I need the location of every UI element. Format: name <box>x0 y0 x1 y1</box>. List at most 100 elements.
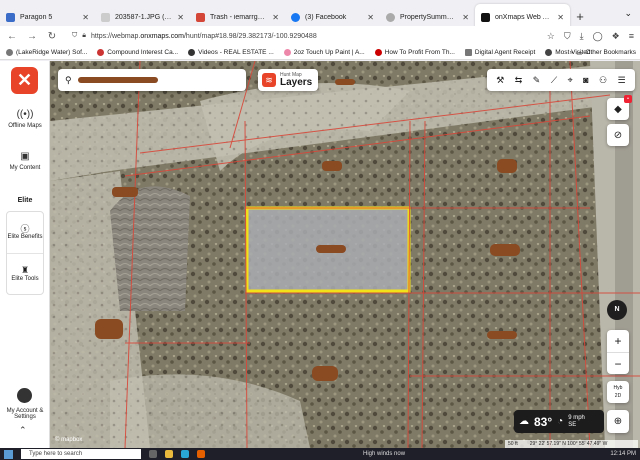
forward-icon[interactable]: → <box>26 31 38 42</box>
shield-icon: ⛉ <box>72 32 78 39</box>
bookmark-item[interactable]: How To Profit From Th... <box>374 49 455 56</box>
layers-3d-button[interactable]: ◆ • <box>607 95 632 120</box>
crosshair-icon: ⊕ <box>613 416 623 427</box>
account-icon[interactable]: ◯ <box>593 31 603 42</box>
bookmarks-bar: (LakeRidge Water) Sof... Compound Intere… <box>0 46 640 60</box>
signal-icon: ((•)) <box>16 109 34 120</box>
account-settings-label[interactable]: My Account & Settings <box>0 408 50 420</box>
search-text-redacted <box>77 77 158 83</box>
compass-button[interactable]: N <box>607 300 627 320</box>
marker-icon[interactable]: ⌖ <box>568 75 573 86</box>
stack-icon: ◆ <box>614 103 622 115</box>
share-icon[interactable]: ⚇ <box>599 75 607 86</box>
temperature: 83° <box>534 414 553 429</box>
new-tab-button[interactable]: + <box>570 9 590 24</box>
locate-me-button[interactable]: ⊕ <box>607 410 629 433</box>
facebook-icon <box>291 12 300 22</box>
receipt-icon <box>464 49 472 56</box>
chevron-right-icon: » <box>569 49 574 56</box>
notification-badge: • <box>624 95 632 103</box>
file-explorer-icon[interactable] <box>165 450 173 458</box>
my-content-button[interactable]: ▣ My Content <box>0 151 50 171</box>
eye-off-icon: ⊘ <box>613 129 623 141</box>
close-icon[interactable]: ✕ <box>557 13 564 22</box>
draw-icon[interactable]: ✎ <box>533 75 541 86</box>
elite-tools-button[interactable]: ♜ Elite Tools <box>7 253 43 294</box>
mode-2d-label: 2D <box>614 393 622 399</box>
edge-icon[interactable] <box>181 450 189 458</box>
elite-heading: Elite <box>17 197 33 204</box>
bookmark-item[interactable]: 2oz Touch Up Paint | A... <box>283 49 365 56</box>
mapbox-attribution: © mapbox <box>55 437 83 443</box>
download-icon[interactable]: ⤓ <box>580 31 584 42</box>
globe-icon <box>97 49 105 56</box>
bookmark-item[interactable]: Videos - REAL ESTATE ... <box>188 49 274 56</box>
close-icon[interactable]: ✕ <box>367 13 374 22</box>
cloud-icon: ☁ <box>519 416 529 427</box>
clock[interactable]: 12:14 PM <box>610 451 636 457</box>
scale-bar: 50 ft 29° 22' 57.19" N 100° 55' 47.49" W <box>505 440 638 448</box>
layers-button[interactable]: ≋ Hunt Map Layers <box>258 69 318 91</box>
satellite-imagery <box>50 61 640 448</box>
scale-label: 50 ft <box>508 441 518 447</box>
taskbar: Type here to search High winds now 12:14… <box>0 448 640 460</box>
taskbar-search[interactable]: Type here to search <box>21 449 141 459</box>
avatar[interactable] <box>17 388 32 403</box>
navigation-bar: ← → ↻ ⛉ 🔒︎ https://webmap.onxmaps.com/hu… <box>0 26 640 46</box>
url-text: https://webmap.onxmaps.com/hunt/map#18.9… <box>90 32 317 40</box>
zoom-in-button[interactable]: + <box>607 330 629 352</box>
close-icon[interactable]: ✕ <box>462 13 469 22</box>
globe-icon <box>374 49 382 56</box>
search-icon: ⚲ <box>65 74 72 85</box>
list-icon[interactable]: ☰ <box>618 75 626 86</box>
bookmark-item[interactable]: Digital Agent Receipt <box>464 49 535 56</box>
hyb-label: Hyb <box>613 385 623 391</box>
tools-icon: ♜ <box>20 265 30 275</box>
taskbar-weather[interactable]: High winds now <box>363 451 405 457</box>
folder-icon: ▣ <box>20 151 30 162</box>
tools-icon[interactable]: ⚒ <box>496 75 504 86</box>
gear-icon <box>545 49 553 56</box>
map-canvas[interactable] <box>50 61 640 448</box>
zoom-out-button[interactable]: − <box>607 352 629 374</box>
route-icon[interactable]: ⇆ <box>515 75 523 86</box>
visibility-toggle[interactable]: ⊘ <box>607 124 629 146</box>
close-icon[interactable]: ✕ <box>82 13 89 22</box>
folder-icon: ▭ <box>576 49 583 57</box>
wind-direction: SE <box>568 421 577 428</box>
globe-icon <box>6 49 13 56</box>
bookmark-item[interactable]: (LakeRidge Water) Sof... <box>6 49 87 56</box>
gmail-icon <box>196 12 205 22</box>
elite-benefits-button[interactable]: ⓢ Elite Benefits <box>7 212 43 253</box>
other-bookmarks[interactable]: » ▭ Other Bookmarks <box>570 49 636 57</box>
image-icon <box>101 12 110 22</box>
reload-icon[interactable]: ↻ <box>46 31 58 42</box>
onx-logo[interactable]: ✕ <box>11 67 38 94</box>
windows-icon[interactable] <box>4 449 13 459</box>
offline-maps-button[interactable]: ((•)) Offline Maps <box>0 109 50 129</box>
back-icon[interactable]: ← <box>6 31 18 42</box>
weather-widget[interactable]: ☁ 83° ◔ 9 mph SE <box>514 410 604 433</box>
camera-icon[interactable]: ◙ <box>583 75 588 85</box>
star-icon[interactable]: ☆ <box>547 31 555 42</box>
wind-speed: 9 mph <box>568 414 585 421</box>
extensions-icon[interactable]: ❖ <box>612 31 620 42</box>
basemap-toggle[interactable]: Hyb 2D <box>607 381 629 403</box>
layers-icon: ≋ <box>262 73 276 87</box>
url-bar[interactable]: ⛉ 🔒︎ https://webmap.onxmaps.com/hunt/map… <box>66 28 539 44</box>
measure-icon[interactable]: ⟋ <box>551 75 557 86</box>
task-view-icon[interactable] <box>149 450 157 458</box>
close-icon[interactable]: ✕ <box>177 13 184 22</box>
pocket-icon[interactable]: ⛉ <box>564 31 571 42</box>
map-search-bar[interactable]: ⚲ <box>58 69 246 91</box>
zoom-control: + − <box>607 330 629 374</box>
close-icon[interactable]: ✕ <box>272 13 279 22</box>
firefox-icon[interactable] <box>197 450 205 458</box>
map-tools-toolbar: ⚒ ⇆ ✎ ⟋ ⌖ ◙ ⚇ ☰ <box>487 69 635 91</box>
bookmark-item[interactable]: Compound Interest Ca... <box>97 49 178 56</box>
chevron-up-icon[interactable]: ⌃ <box>19 425 27 436</box>
onx-icon <box>481 12 490 22</box>
chevron-down-icon[interactable]: ⌄ <box>624 8 632 19</box>
paragon-icon <box>6 12 15 22</box>
menu-icon[interactable]: ≡ <box>629 31 634 42</box>
